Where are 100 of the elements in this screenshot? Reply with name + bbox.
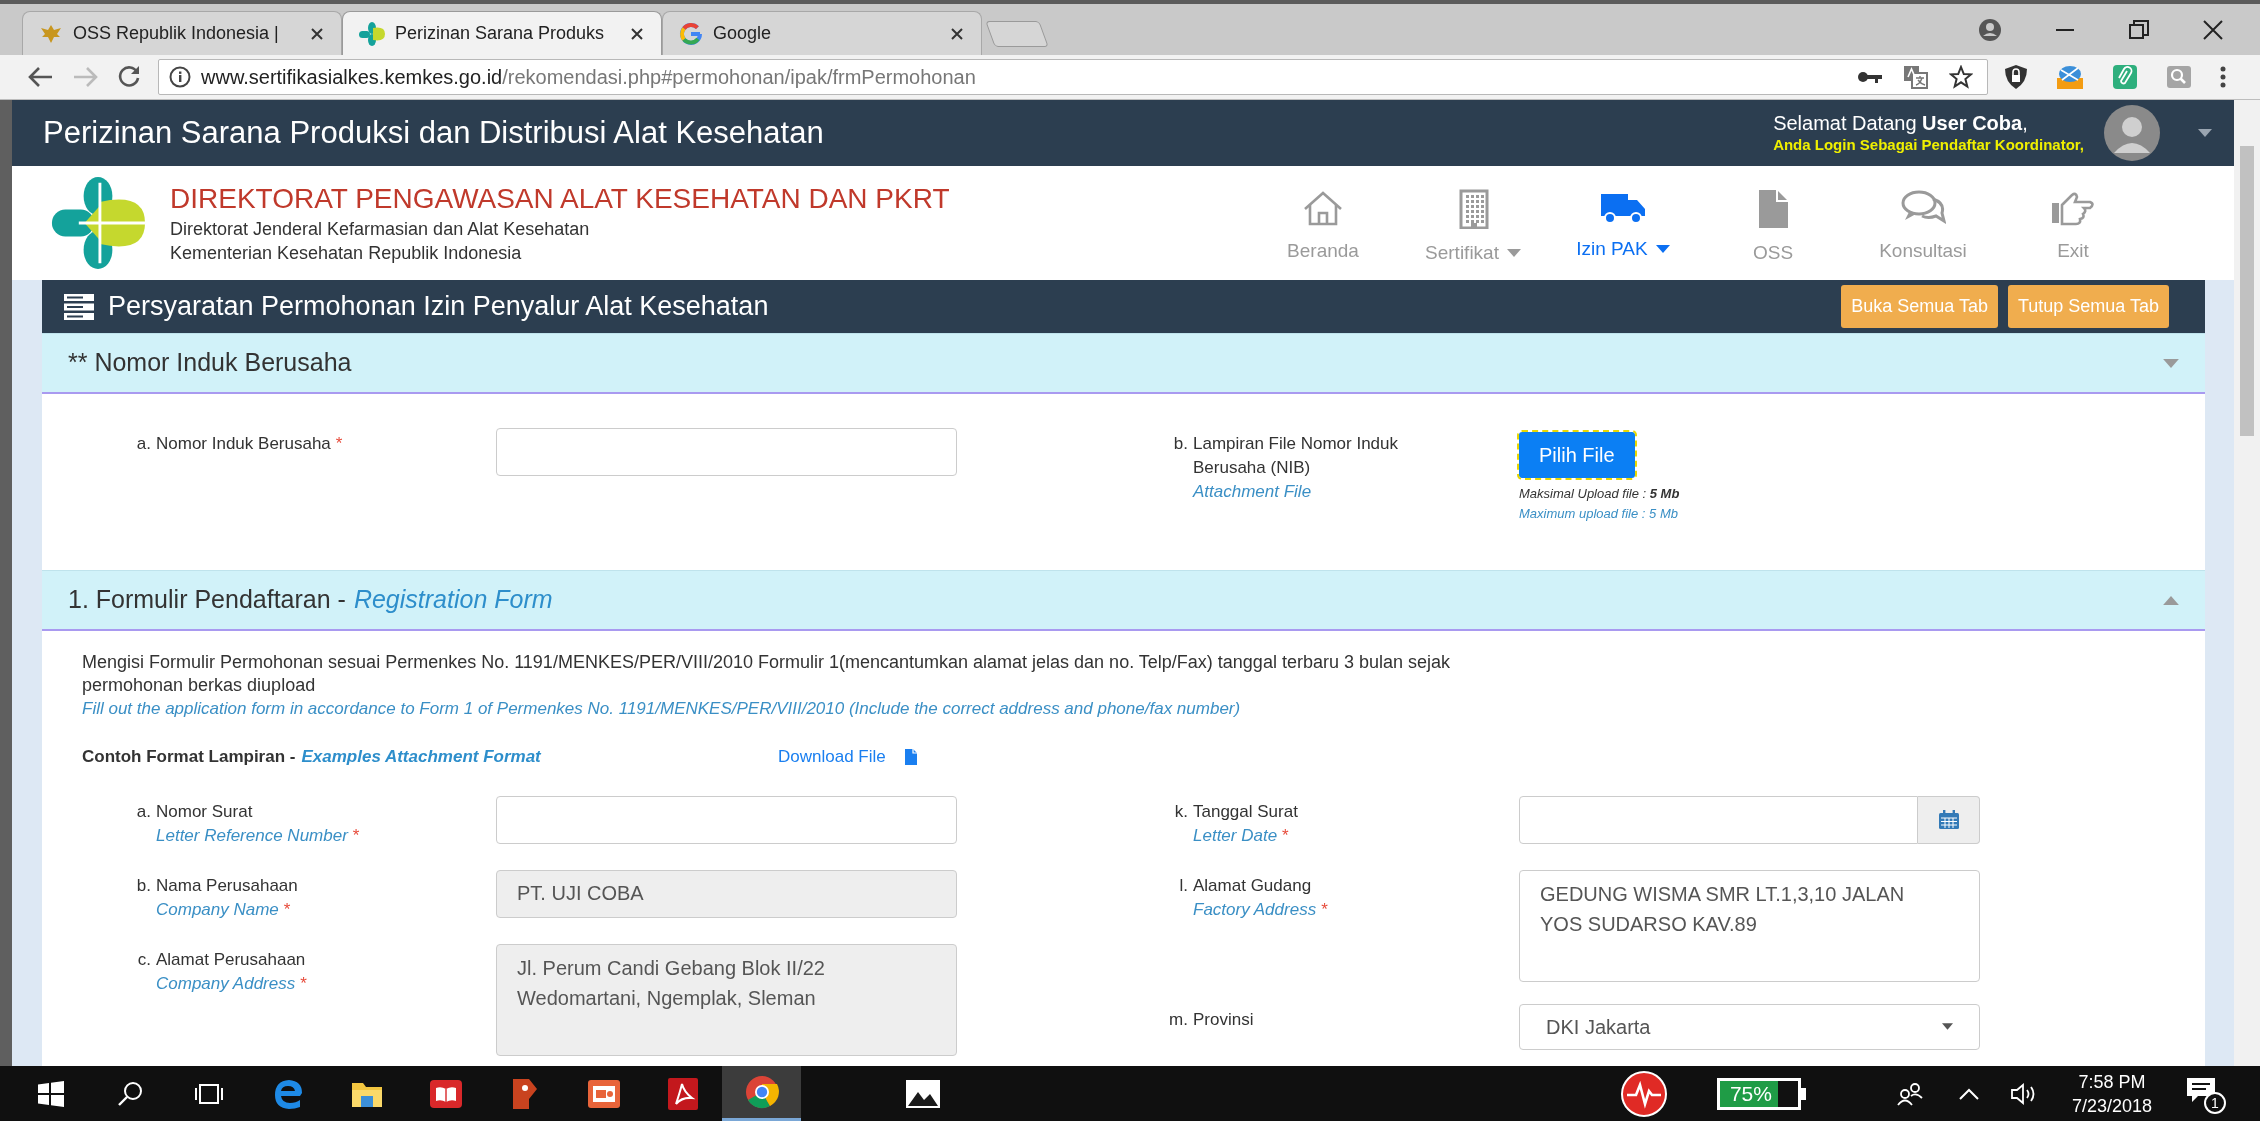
select-field[interactable]: DKI Jakarta [1519,1003,1980,1050]
field-label-en: Company Name [156,898,279,921]
required-mark: * [283,898,291,921]
chevron-up-icon[interactable] [1957,1086,1980,1101]
upload-limit-note-en: Maximum upload file : 5 Mb [1519,504,1678,523]
chat-bubbles-icon [1900,188,1946,227]
field-label: Provinsi [1193,1008,1254,1031]
star-icon[interactable] [1949,65,1973,89]
image-icon [904,1078,941,1109]
profile-icon[interactable] [1978,17,2002,42]
address-bar[interactable]: www.sertifikasialkes.kemkes.go.id/rekomendasi.php#permohonan/ipak/frmPermohonan [158,59,1988,95]
required-mark: * [335,433,343,455]
info-icon [169,66,191,88]
close-icon[interactable] [629,25,645,42]
list-icon [64,293,94,320]
field-label: Lampiran File Nomor Induk Berusaha (NIB) [1193,433,1400,479]
ring-icon [744,1075,779,1109]
caret-icon [1506,249,1521,257]
example-label-en: Examples Attachment Format [301,746,541,768]
back-icon[interactable] [26,65,54,89]
ring-logo-icon [679,21,703,46]
field-prefix: a. [135,433,152,455]
logo-icon [359,21,385,46]
text-field[interactable] [496,795,957,844]
caret-icon [1942,1023,1953,1030]
restore-icon[interactable] [2128,18,2150,41]
caret-icon [1655,245,1670,253]
field-prefix: l. [1178,874,1189,897]
upload-limit-note: Maksimal Upload file : 5 Mb [1519,485,1680,503]
browser-tab[interactable]: Perizinan Sarana Produks [342,11,662,55]
avatar[interactable] [2104,105,2160,161]
field-label: Nomor Surat [156,800,253,823]
menu-icon[interactable] [2220,65,2226,89]
field-prefix: a. [135,800,152,823]
start-icon [37,1080,64,1107]
key-icon[interactable] [1857,70,1883,84]
field-label: Nomor Induk Berusaha [156,433,331,455]
book-icon [429,1079,462,1108]
app-title: Perizinan Sarana Produksi dan Distribusi Alat Kesehatan [43,113,824,152]
section-header[interactable]: 1. Formulir Pendaftaran - Registration Form [42,570,2205,631]
date-field[interactable] [1519,795,1918,844]
field-prefix: c. [136,948,152,971]
field-label-en: Letter Reference Number [156,824,348,847]
text-area[interactable]: Jl. Perum Candi Gebang Blok II/22 Wedomartani, Ngemplak, Sleman [496,943,957,1056]
text-field[interactable]: PT. UJI COBA [496,869,957,918]
taskbar-button[interactable] [722,1066,801,1121]
field-label-en: Attachment File [1193,481,1312,503]
text-area[interactable]: GEDUNG WISMA SMR LT.1,3,10 JALAN YOS SUDARSO KAV.89 [1519,869,1980,982]
field-label-en: Company Address [156,972,296,995]
clock-time[interactable]: 7:58 PM [2078,1069,2146,1094]
instruction-text: Mengisi Formulir Permohonan sesuai Permenkes No. 1191/MENKES/PER/VIII/2010 Formulir 1(mencantumkan alamat jelas dan no. Telp/Fax) tanggal terbaru 3 bulan sejak permohonan berkas diupload [82,651,1451,697]
browser-tab[interactable]: OSS Republik Indonesia | [22,11,342,55]
role-text: Anda Login Sebagai Pendaftar Koordinator, [1773,136,2084,155]
field-prefix: b. [1172,433,1189,455]
file-icon [1757,188,1789,229]
brand-subtitle: Direktorat Jenderal Kefarmasian dan Alat Kesehatan [170,218,591,241]
browser-tab[interactable]: Google [662,11,982,55]
nav-item[interactable]: Izin PAK [1548,188,1698,264]
text-field[interactable] [496,428,957,476]
paperclip-icon[interactable] [2112,64,2138,90]
field-label: Alamat Perusahaan [156,948,306,971]
brand-subtitle: Kementerian Kesehatan Republik Indonesia [170,242,523,265]
close-icon[interactable] [2202,18,2224,41]
notification-badge: 1 [2204,1091,2226,1114]
download-link[interactable]: Download File [778,744,886,770]
calendar-icon [1937,809,1960,830]
choose-file-button[interactable]: Pilih File [1519,432,1635,478]
pulse-icon[interactable] [1620,1070,1667,1117]
brand-title: DIREKTORAT PENGAWASAN ALAT KESEHATAN DAN PKRT [170,182,950,216]
shield-icon[interactable] [2004,64,2028,90]
field-label-en: Letter Date [1193,824,1278,847]
field-label: Alamat Gudang [1193,874,1312,897]
field-label-en: Factory Address [1193,898,1317,921]
calendar-button[interactable] [1918,795,1980,844]
required-mark: * [352,824,360,847]
field-label: Tanggal Surat [1193,800,1298,823]
caret-icon [2198,129,2212,137]
required-mark: * [300,972,307,995]
field-prefix: m. [1168,1008,1189,1031]
page-title: Persyaratan Permohonan Izin Penyalur Alat Kesehatan [108,290,769,324]
translate-icon[interactable] [1903,65,1929,89]
url-text: www.sertifikasialkes.kemkes.go.id/rekomendasi.php#permohonan/ipak/frmPermohonan [201,65,976,90]
document-icon [667,1077,698,1110]
tag-icon [510,1076,539,1111]
people-icon[interactable] [1895,1081,1924,1106]
required-mark: * [1321,898,1328,921]
close-icon[interactable] [949,25,965,42]
clock-date[interactable]: 7/23/2018 [2071,1093,2152,1118]
field-label: Nama Perusahaan [156,874,298,897]
file-icon [903,747,918,766]
section-header[interactable]: ** Nomor Induk Berusaha [42,333,2205,394]
field-prefix: k. [1173,800,1189,823]
close-icon[interactable] [309,25,325,42]
reload-icon[interactable] [116,64,142,90]
welcome-text: Selamat Datang User Coba, [1773,111,2029,137]
example-label: Contoh Format Lampiran - [82,746,296,768]
scrollbar[interactable] [2234,100,2260,1066]
task-view-icon [192,1082,225,1105]
presentation-icon [586,1078,621,1109]
search-icon [116,1080,143,1107]
